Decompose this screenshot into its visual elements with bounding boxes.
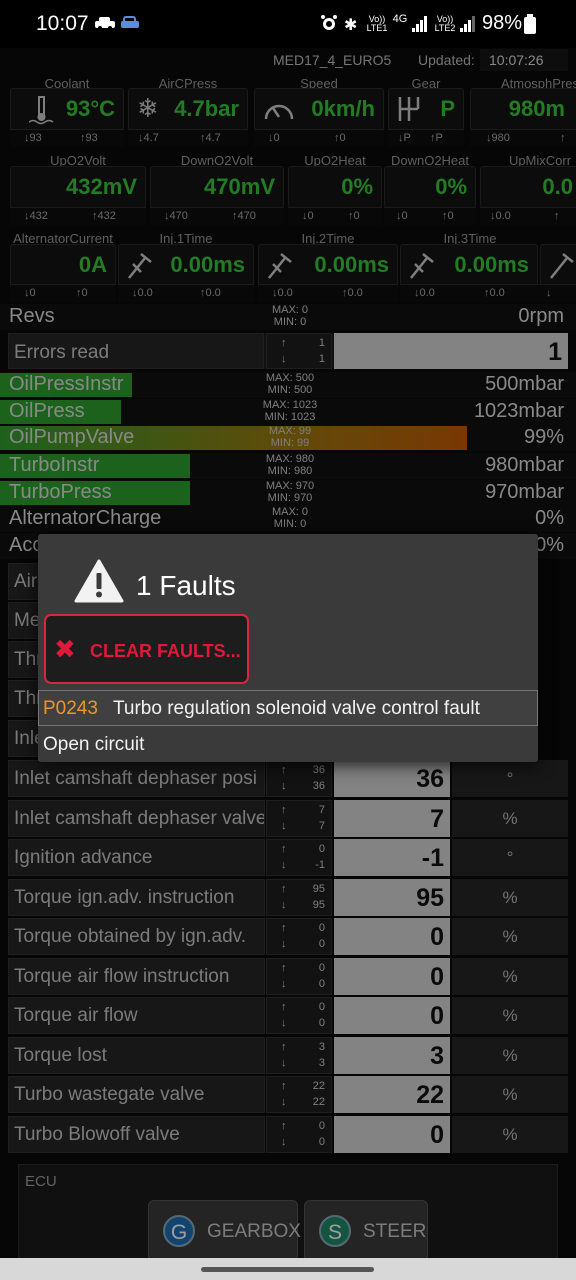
- home-gesture-handle[interactable]: [201, 1267, 374, 1272]
- navigation-bar: [0, 1258, 576, 1280]
- battery-percent: 98%: [482, 12, 523, 34]
- sim2-lte-label: Vo)) LTE2: [434, 14, 456, 33]
- dialog-title: 1 Faults: [136, 570, 236, 601]
- warning-icon: [74, 559, 124, 603]
- clear-faults-label: CLEAR FAULTS...: [90, 641, 241, 661]
- sim1-lte-label: Vo)) LTE1: [366, 14, 388, 33]
- fault-detail: Open circuit: [43, 734, 145, 755]
- signal-2-icon: [460, 16, 478, 32]
- close-x-icon: ✖: [54, 634, 76, 664]
- fault-item[interactable]: P0243 Turbo regulation solenoid valve co…: [38, 690, 538, 726]
- network-type: 4G: [392, 13, 408, 25]
- car-notification-icon: [95, 17, 115, 30]
- clear-faults-button[interactable]: ✖ CLEAR FAULTS...: [44, 614, 249, 684]
- status-bar: 10:07 ✱ Vo)) LTE1 4G Vo)) LTE2 98%: [0, 0, 576, 48]
- car-blue-icon: [121, 16, 139, 28]
- fault-code: P0243: [43, 698, 98, 719]
- fault-description: Turbo regulation solenoid valve control …: [113, 698, 480, 719]
- bluetooth-icon: ✱: [344, 17, 358, 34]
- signal-1-icon: [412, 16, 430, 32]
- faults-dialog: 1 Faults ✖ CLEAR FAULTS... P0243 Turbo r…: [38, 534, 538, 762]
- battery-icon: [524, 14, 536, 34]
- alarm-icon: [321, 15, 337, 30]
- app-root: { "status": {"time":"10:07","battery":"9…: [0, 0, 576, 1280]
- status-time: 10:07: [36, 12, 89, 35]
